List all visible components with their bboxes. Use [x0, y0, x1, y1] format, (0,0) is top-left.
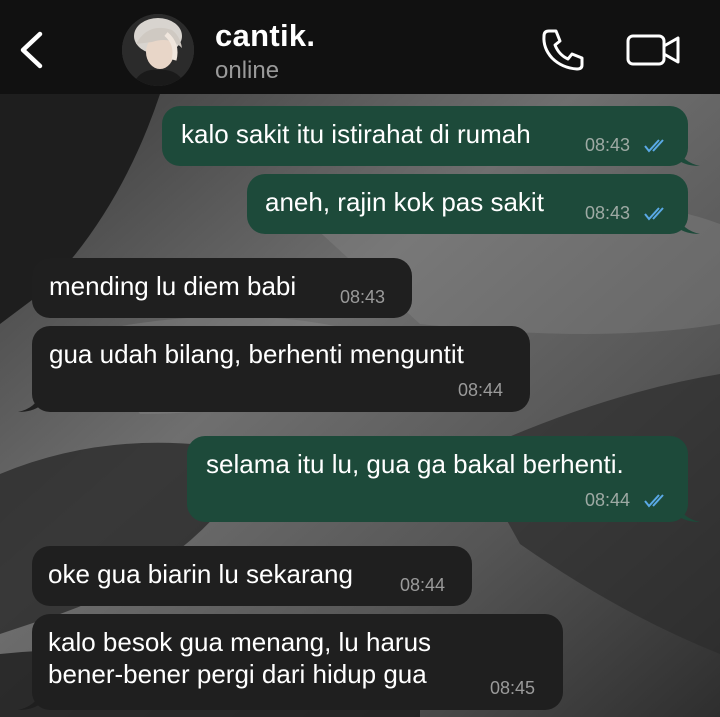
read-ticks-icon [644, 494, 664, 508]
message-text: aneh, rajin kok pas sakit [265, 187, 544, 217]
message-text: gua udah bilang, berhenti menguntit [49, 339, 464, 369]
message-text: kalo sakit itu istirahat di rumah [181, 119, 531, 149]
message-time: 08:43 [585, 203, 631, 223]
contact-status: online [215, 57, 280, 84]
message-time: 08:44 [458, 380, 504, 400]
message-bubble-outgoing[interactable]: selama itu lu, gua ga bakal berhenti. 08… [187, 436, 688, 522]
video-call-icon[interactable] [626, 32, 682, 68]
message-bubble-outgoing[interactable]: aneh, rajin kok pas sakit 08:43 [247, 174, 688, 234]
message-bubble-incoming[interactable]: gua udah bilang, berhenti menguntit 08:4… [32, 326, 530, 412]
chat-header: cantik. online [0, 0, 720, 94]
bubble-tail [18, 394, 40, 412]
message-bubble-incoming[interactable]: kalo besok gua menang, lu harus bener-be… [32, 614, 563, 710]
message-time: 08:44 [585, 490, 631, 510]
phone-call-icon[interactable] [540, 27, 586, 73]
message-text-line-2: bener-bener pergi dari hidup gua [48, 659, 427, 689]
message-bubble-outgoing[interactable]: kalo sakit itu istirahat di rumah 08:43 [162, 106, 688, 166]
message-time: 08:44 [400, 575, 446, 595]
contact-name[interactable]: cantik. [215, 18, 315, 54]
bubble-tail [678, 216, 700, 234]
bubble-tail [678, 504, 700, 522]
back-arrow-icon[interactable] [14, 28, 48, 72]
message-text: selama itu lu, gua ga bakal berhenti. [206, 449, 624, 479]
message-time: 08:45 [490, 678, 536, 698]
avatar[interactable] [122, 14, 194, 86]
message-bubble-incoming[interactable]: oke gua biarin lu sekarang 08:44 [32, 546, 472, 606]
bubble-tail [18, 692, 40, 710]
message-text: mending lu diem babi [49, 271, 297, 301]
message-bubble-incoming[interactable]: mending lu diem babi 08:43 [32, 258, 412, 318]
message-text: oke gua biarin lu sekarang [48, 559, 353, 589]
bubble-tail [678, 148, 700, 166]
message-text-line-1: kalo besok gua menang, lu harus [48, 627, 432, 657]
message-time: 08:43 [585, 135, 631, 155]
message-time: 08:43 [340, 287, 386, 307]
read-ticks-icon [644, 207, 664, 221]
chat-area[interactable]: kalo sakit itu istirahat di rumah 08:43 … [0, 94, 720, 717]
read-ticks-icon [644, 139, 664, 153]
